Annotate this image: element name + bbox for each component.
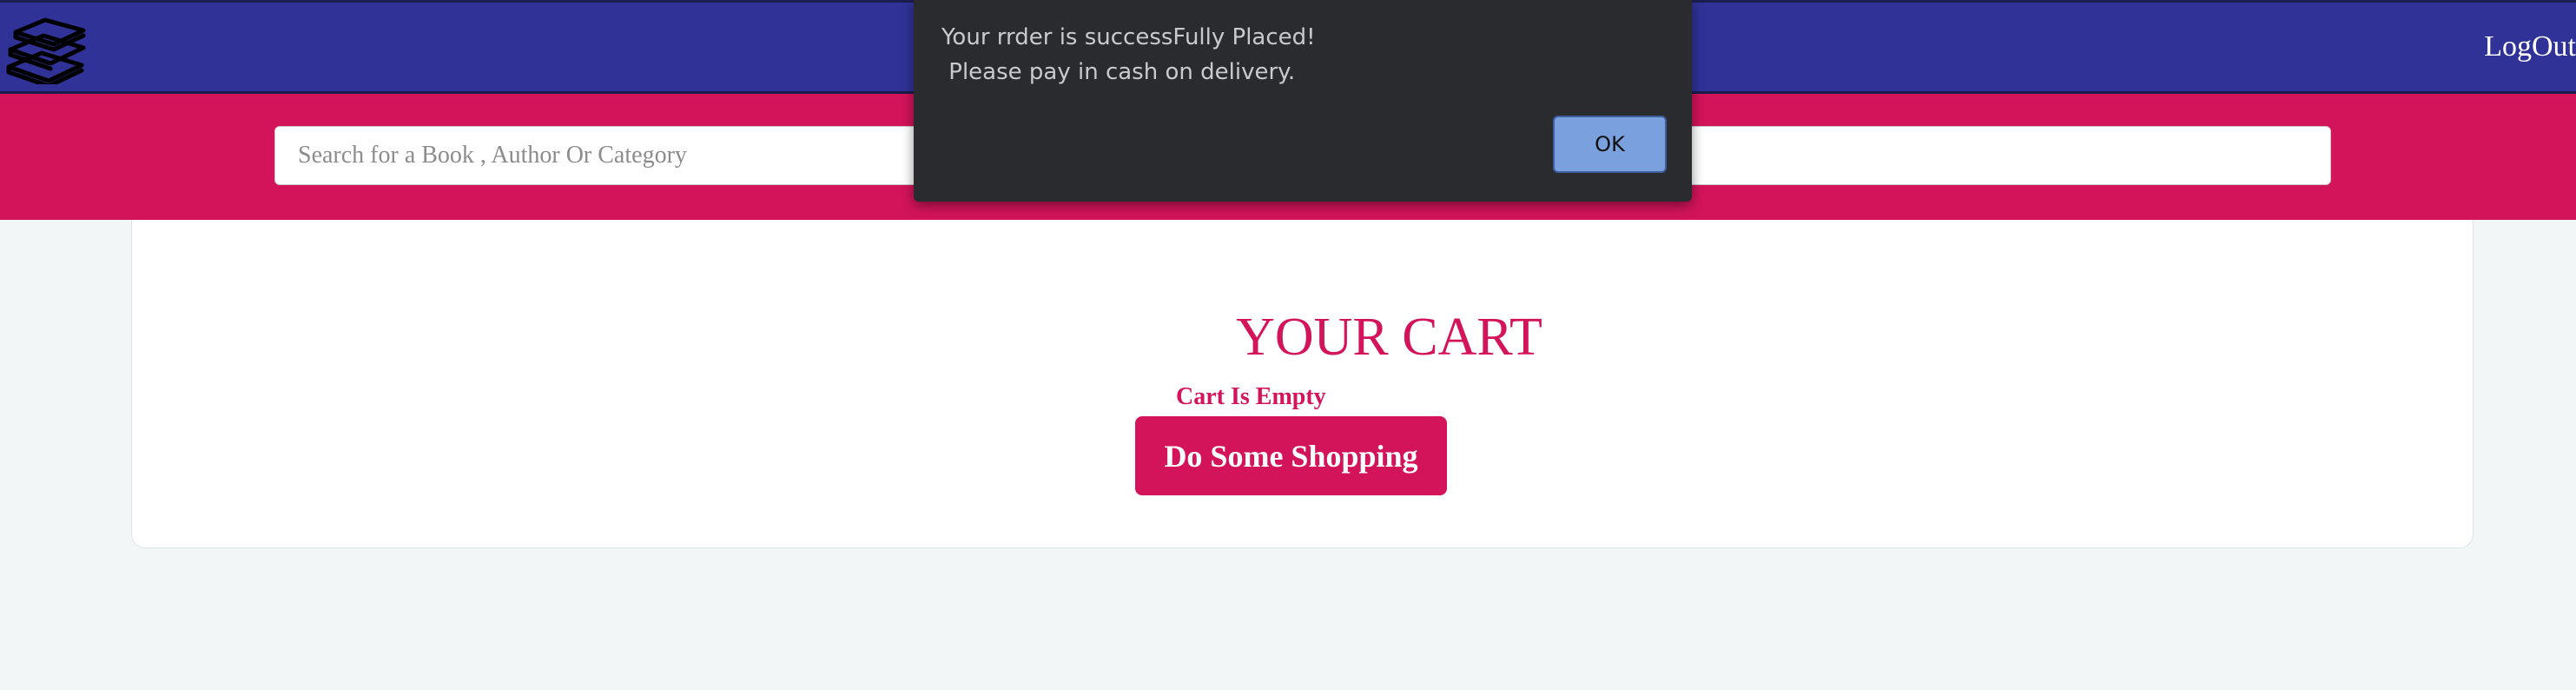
cart-title: YOUR CART [1236,308,1542,367]
dialog-message-line1: Your rrder is successFully Placed! [941,24,1316,50]
do-some-shopping-button[interactable]: Do Some Shopping [1135,416,1447,495]
alert-dialog: Your rrder is successFully Placed! Pleas… [914,0,1692,202]
logout-link[interactable]: LogOut [2484,30,2576,63]
cart-empty-message: Cart Is Empty [1176,383,1326,410]
cart-card: YOUR CART Cart Is Empty Do Some Shopping [131,220,2474,548]
ok-button[interactable]: OK [1553,116,1667,173]
dialog-message-line2: Please pay in cash on delivery. [941,59,1296,85]
books-stack-icon[interactable] [3,17,87,89]
